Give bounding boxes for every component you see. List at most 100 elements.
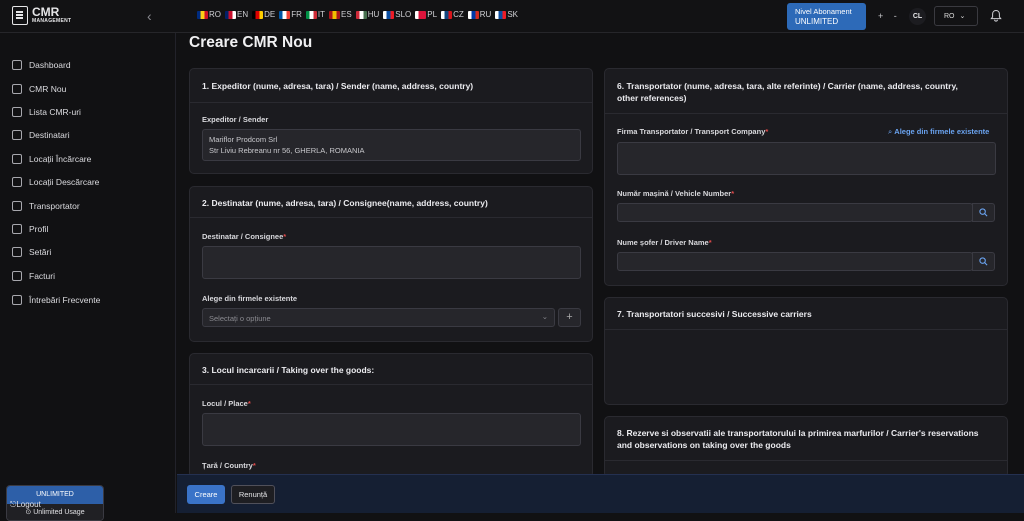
driver-field-label: Nume șofer / Driver Name* — [617, 238, 712, 247]
language-select-value: RO — [944, 13, 955, 20]
sidebar-item-gear[interactable]: Setări — [12, 247, 51, 257]
reservations-card: 8. Rezerve si observatii ale transportat… — [604, 416, 1008, 478]
flag-icon — [415, 10, 427, 19]
cancel-button[interactable]: Renunță — [231, 485, 275, 504]
language-option-es[interactable]: ES — [329, 10, 352, 19]
sidebar-item-map[interactable]: Locații Descărcare — [12, 177, 99, 187]
divider — [605, 329, 1007, 330]
sidebar-item-document[interactable]: Lista CMR-uri — [12, 107, 81, 117]
sidebar-item-plus[interactable]: CMR Nou — [12, 84, 66, 94]
company-field-label: Firma Transportator / Transport Company* — [617, 127, 768, 136]
successive-carriers-card: 7. Transportatori succesivi / Successive… — [604, 297, 1008, 405]
consignee-card: 2. Destinatar (nume, adresa, tara) / Con… — [189, 186, 593, 342]
sender-line-1: Mariflor Prodcom Srl — [209, 135, 278, 144]
subscription-label: Nivel Abonament — [795, 7, 852, 16]
sidebar: UNLIMITED ⊙ Unlimited Usage Dashboard CMR… — [0, 33, 176, 521]
flag-icon — [329, 10, 341, 19]
truck-icon — [12, 201, 22, 211]
sidebar-item-home[interactable]: Dashboard — [12, 60, 71, 70]
successive-carriers-title: 7. Transportatori succesivi / Successive… — [617, 309, 812, 319]
language-option-hu[interactable]: HU — [355, 10, 379, 19]
sidebar-item-truck[interactable]: Transportator — [12, 201, 80, 211]
sidebar-item-label: Facturi — [29, 271, 55, 281]
sidebar-item-users[interactable]: Destinatari — [12, 130, 70, 140]
reservations-card-title: 8. Rezerve si observatii ale transportat… — [605, 417, 1007, 451]
driver-input[interactable] — [617, 252, 973, 271]
language-code: CZ — [453, 10, 464, 19]
language-option-sk[interactable]: SK — [495, 10, 518, 19]
consignee-label-text: Destinatar / Consignee — [202, 232, 284, 241]
flag-icon — [252, 10, 264, 19]
chevron-down-icon: ⌄ — [541, 312, 548, 321]
carrier-title-line-1: 6. Transportator (nume, adresa, tara, al… — [617, 81, 958, 91]
vehicle-input[interactable] — [617, 203, 973, 222]
sidebar-item-label: CMR Nou — [29, 84, 67, 94]
consignee-field-label: Destinatar / Consignee* — [202, 232, 286, 241]
language-option-slo[interactable]: SLO — [383, 10, 411, 19]
logout-label: Logout — [16, 500, 41, 509]
subscription-level-button[interactable]: Nivel Abonament UNLIMITED — [787, 3, 866, 30]
home-icon — [12, 60, 22, 70]
place-field-label: Locul / Place* — [202, 399, 251, 408]
create-button[interactable]: Creare — [187, 485, 225, 504]
document-icon — [12, 6, 28, 25]
language-code: RO — [209, 10, 221, 19]
consignee-textarea[interactable] — [202, 246, 581, 279]
consignee-select[interactable]: Selectați o opțiune ⌄ — [202, 308, 555, 327]
language-option-cz[interactable]: CZ — [441, 10, 464, 19]
language-option-it[interactable]: IT — [305, 10, 325, 19]
logout-button[interactable]: ⎋Logout — [10, 500, 41, 510]
driver-label-text: Nume șofer / Driver Name — [617, 238, 709, 247]
country-label-text: Țară / Country — [202, 461, 253, 470]
language-code: DE — [264, 10, 276, 19]
required-marker: * — [765, 127, 769, 136]
choose-company-link[interactable]: ⌕ Alege din firmele existente — [888, 127, 989, 137]
language-option-ro[interactable]: RO — [197, 10, 221, 19]
sidebar-item-invoice[interactable]: Facturi — [12, 271, 55, 281]
language-code: SLO — [395, 10, 412, 19]
language-code: RU — [479, 10, 492, 19]
language-code: SK — [507, 10, 518, 19]
sender-field-label: Expeditor / Sender — [202, 115, 269, 124]
required-marker: * — [283, 232, 287, 241]
divider — [605, 460, 1007, 461]
taking-over-card-title: 3. Locul incarcarii / Taking over the go… — [202, 365, 375, 375]
avatar[interactable]: CL — [909, 8, 926, 25]
language-option-ru[interactable]: RU — [467, 10, 492, 19]
carrier-card-title: 6. Transportator (nume, adresa, tara, al… — [605, 69, 1007, 104]
sidebar-item-label: Locații Descărcare — [29, 177, 100, 187]
flag-icon — [355, 10, 367, 19]
sender-textarea[interactable]: Mariflor Prodcom Srl Str Liviu Rebreanu … — [202, 129, 581, 161]
vehicle-label-text: Număr mașină / Vehicle Number — [617, 189, 732, 198]
zoom-controls[interactable]: + - — [878, 11, 901, 21]
language-option-fr[interactable]: FR — [279, 10, 302, 19]
company-label-text: Firma Transportator / Transport Company — [617, 127, 766, 136]
user-icon — [12, 224, 22, 234]
form-action-bar: Creare Renunță — [177, 474, 1024, 513]
logo-title: CMR — [32, 5, 60, 19]
driver-search-button[interactable] — [972, 252, 995, 271]
company-textarea[interactable] — [617, 142, 996, 175]
sidebar-item-help[interactable]: Întrebări Frecvente — [12, 295, 100, 305]
place-textarea[interactable] — [202, 413, 581, 446]
language-select[interactable]: RO ⌄ — [934, 6, 978, 26]
search-icon: ⌕ — [888, 127, 893, 136]
sidebar-item-user[interactable]: Profil — [12, 224, 48, 234]
app-logo[interactable]: CMR MANAGEMENT — [12, 6, 71, 25]
language-option-de[interactable]: DE — [252, 10, 275, 19]
sender-card: 1. Expeditor (nume, adresa, tara) / Send… — [189, 68, 593, 174]
vehicle-search-button[interactable] — [972, 203, 995, 222]
flag-icon — [467, 10, 479, 19]
language-option-pl[interactable]: PL — [415, 10, 437, 19]
required-marker: * — [247, 399, 251, 408]
language-option-en[interactable]: EN — [225, 10, 248, 19]
map-pin-icon — [12, 154, 22, 164]
users-icon — [12, 130, 22, 140]
carrier-title-line-2: other references) — [617, 93, 687, 103]
add-consignee-button[interactable]: + — [558, 308, 581, 327]
search-icon — [979, 257, 988, 266]
subscription-level: UNLIMITED — [795, 17, 839, 26]
collapse-sidebar-chevron-icon[interactable]: ‹ — [147, 8, 152, 24]
bell-icon[interactable] — [990, 9, 1002, 22]
sidebar-item-map-pin[interactable]: Locații Încărcare — [12, 154, 91, 164]
